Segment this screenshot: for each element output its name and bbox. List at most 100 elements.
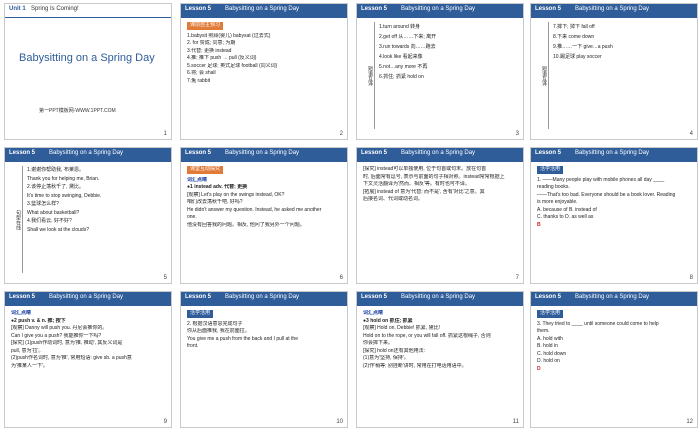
slide-1[interactable]: Unit 1 Spring Is Coming! Babysitting on … bbox=[4, 3, 172, 140]
lesson-label: Lesson 5 bbox=[535, 6, 562, 12]
slide-header: Lesson 5 Babysitting on a Spring Day bbox=[357, 4, 523, 18]
subtitle: 第一PPT模板网-WWW.1PPT.COM bbox=[39, 108, 116, 114]
line: D. hold on bbox=[537, 358, 560, 364]
lesson-label: Lesson 5 bbox=[9, 294, 36, 300]
line: 1.turn around 转身 bbox=[379, 24, 421, 30]
lesson-title: Babysitting on a Spring Day bbox=[575, 150, 650, 156]
lesson-label: Lesson 5 bbox=[535, 294, 562, 300]
slide-2[interactable]: Lesson 5 Babysitting on a Spring Day 课前自… bbox=[180, 3, 348, 140]
line: Can I give you a push? 我能推你一下吗? bbox=[11, 332, 102, 339]
slide-number: 7 bbox=[515, 275, 519, 281]
line: ——That's too bad. Everyone should be a b… bbox=[537, 191, 676, 198]
line: 3.篮球怎么样? bbox=[27, 201, 59, 207]
line: C. thanks to D. as well as bbox=[537, 214, 594, 220]
slide-3[interactable]: Lesson 5 Babysitting on a Spring Day 短语互… bbox=[356, 3, 524, 140]
line: [探究] (1)push作动词时, 意为'推, 推动', 其反义词是 bbox=[11, 340, 123, 346]
line: 时, 后面常有逗号, 表示与前面的句子相对照。instead常常根据上 bbox=[363, 173, 505, 180]
line: ●1 instead adv. 代替; 更换 bbox=[187, 184, 248, 190]
unit-label: Unit 1 bbox=[9, 6, 26, 12]
line: You give me a push from the back and I p… bbox=[187, 335, 298, 342]
slide-number: 9 bbox=[163, 419, 167, 425]
slide-12[interactable]: Lesson 5 Babysitting on a Spring Day 活学活… bbox=[530, 291, 698, 428]
slide-body: [探究] instead可以单独使用, 位于句首或句末。放在句首 时, 后面常有… bbox=[363, 166, 517, 273]
slide-header: Lesson 5 Babysitting on a Spring Day bbox=[531, 292, 697, 306]
slide-number: 10 bbox=[336, 419, 343, 425]
answer: D bbox=[537, 365, 541, 372]
section-label: 短语互译 bbox=[361, 22, 375, 129]
line: 3. They tried to ____ until someone coul… bbox=[537, 320, 659, 327]
line: 7.兔 rabbit bbox=[187, 77, 211, 84]
slide-body: 课前自主预习 1.babysit 照顾(婴儿) babysat (过去式) 2.… bbox=[187, 22, 341, 129]
line: What about basketball? bbox=[27, 209, 80, 216]
line: 2.get off 从……下来; 离开 bbox=[379, 34, 437, 40]
line: 4.look like 看起来像 bbox=[379, 54, 423, 60]
slide-body: 活学活用 1. ——Many people play with mobile p… bbox=[537, 166, 691, 273]
slide-header: Lesson 5 Babysitting on a Spring Day bbox=[5, 148, 171, 162]
line: 咱们改去荡秋千吧, 好吗? bbox=[187, 199, 243, 205]
line: 词汇点睛 bbox=[363, 310, 384, 316]
line: [探究] instead可以单独使用, 位于句首或句末。放在句首 bbox=[363, 166, 487, 172]
slide-11[interactable]: Lesson 5 Babysitting on a Spring Day 词汇点… bbox=[356, 291, 524, 428]
line: 词汇点睛 bbox=[187, 176, 208, 183]
lesson-title: Babysitting on a Spring Day bbox=[49, 150, 124, 156]
line: A. because of B. instead of bbox=[537, 206, 597, 213]
line: [探究] hold on还有其他用法: bbox=[363, 347, 425, 354]
line: one. bbox=[187, 214, 197, 220]
slide-body: 课堂互动探究 词汇点睛 ●1 instead adv. 代替; 更换 [观察] … bbox=[187, 166, 341, 273]
line: 8.下来 come down bbox=[553, 34, 595, 40]
line: 1.babysit 照顾(婴儿) babysat (过去式) bbox=[187, 32, 271, 39]
lesson-label: Lesson 5 bbox=[361, 6, 388, 12]
line: 10.踢足球 play soccer bbox=[553, 54, 602, 60]
line: 7.摔下; 掉下 fall off bbox=[553, 24, 595, 30]
slide-5[interactable]: Lesson 5 Babysitting on a Spring Day 句型在… bbox=[4, 147, 172, 284]
slide-number: 6 bbox=[339, 275, 343, 281]
slide-body: 活学活用 3. They tried to ____ until someone… bbox=[537, 310, 691, 417]
line: Shall we look at the clouds? bbox=[27, 226, 89, 233]
slide-body: 1.turn around 转身 2.get off 从……下来; 离开 3.r… bbox=[379, 22, 519, 129]
lesson-title: Babysitting on a Spring Day bbox=[575, 294, 650, 300]
line: 4.我们看云, 好不好? bbox=[27, 218, 72, 224]
slide-number: 1 bbox=[163, 131, 167, 137]
lesson-label: Lesson 5 bbox=[185, 6, 212, 12]
line: B. hold in bbox=[537, 343, 558, 349]
slide-9[interactable]: Lesson 5 Babysitting on a Spring Day 词汇点… bbox=[4, 291, 172, 428]
lesson-title: Babysitting on a Spring Day bbox=[225, 150, 300, 156]
line: 1. ——Many people play with mobile phones… bbox=[537, 176, 665, 183]
line: ●3 hold on 抓住; 抓紧 bbox=[363, 317, 413, 324]
line: 你从后面推我, 我在前面拉。 bbox=[187, 328, 250, 334]
section-label: 句型在线 bbox=[9, 166, 23, 273]
slide-header: Unit 1 Spring Is Coming! bbox=[5, 4, 171, 18]
line: [观察] Hold on, Debbie! 抓紧, 黛比! bbox=[363, 325, 440, 331]
line: Hold on to the rope, or you will fall of… bbox=[363, 332, 491, 339]
line: front. bbox=[187, 343, 199, 349]
lesson-title: Babysitting on a Spring Day bbox=[49, 294, 124, 300]
slide-10[interactable]: Lesson 5 Babysitting on a Spring Day 活学活… bbox=[180, 291, 348, 428]
line: is more enjoyable. bbox=[537, 199, 578, 205]
lesson-label: Lesson 5 bbox=[185, 150, 212, 156]
line: 9.推……一下 give…a push bbox=[553, 44, 613, 50]
line: 2.该停止荡秋千了, 黛比。 bbox=[27, 184, 84, 190]
line: 后接名词、代词或动名词。 bbox=[363, 196, 424, 202]
slide-8[interactable]: Lesson 5 Babysitting on a Spring Day 活学活… bbox=[530, 147, 698, 284]
lesson-label: Lesson 5 bbox=[185, 294, 212, 300]
section-tag: 课堂互动探究 bbox=[187, 166, 224, 174]
section-tag: 课前自主预习 bbox=[187, 22, 224, 30]
lesson-label: Lesson 5 bbox=[361, 294, 388, 300]
line: Thank you for helping me, Brian. bbox=[27, 175, 100, 182]
line: pull, 意为'拉'。 bbox=[11, 347, 44, 354]
line: C. hold down bbox=[537, 350, 567, 357]
slide-number: 5 bbox=[163, 275, 167, 281]
line: [观察] Let's play on the swings instead, O… bbox=[187, 191, 285, 198]
lesson-label: Lesson 5 bbox=[361, 150, 388, 156]
line: 5.soccer 足球; 英式足球 football (同义词) bbox=[187, 62, 278, 69]
slide-header: Lesson 5 Babysitting on a Spring Day bbox=[5, 292, 171, 306]
answer: B bbox=[537, 221, 541, 228]
slide-header: Lesson 5 Babysitting on a Spring Day bbox=[357, 148, 523, 162]
slide-4[interactable]: Lesson 5 Babysitting on a Spring Day 短语互… bbox=[530, 3, 698, 140]
line: 词汇点睛 bbox=[11, 310, 32, 316]
slide-7[interactable]: Lesson 5 Babysitting on a Spring Day [探究… bbox=[356, 147, 524, 284]
line: (2)push作名词时, 意为'推', 常用短语: give sb. a pus… bbox=[11, 355, 132, 361]
line: 2. for 赞成; 同意; 为期 bbox=[187, 40, 236, 46]
line: [观察] Danny will push you. 丹尼会推你的。 bbox=[11, 325, 108, 331]
slide-6[interactable]: Lesson 5 Babysitting on a Spring Day 课堂互… bbox=[180, 147, 348, 284]
